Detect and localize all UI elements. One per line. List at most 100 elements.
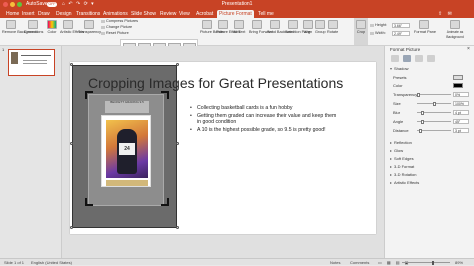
picture-effects-button[interactable]: Picture Effects: [216, 20, 240, 35]
tab-draw[interactable]: Draw: [38, 10, 50, 18]
remove-background-button[interactable]: Remove Background: [2, 20, 37, 35]
tab-slide-show[interactable]: Slide Show: [131, 10, 156, 18]
alt-text-icon: [234, 20, 244, 29]
color-dropdown[interactable]: [453, 83, 463, 88]
animate-as-background-button[interactable]: Animate as Background: [440, 20, 470, 39]
width-input[interactable]: 2.49": [392, 31, 410, 36]
send-backward-button[interactable]: Send Backward: [267, 20, 294, 35]
tab-animations[interactable]: Animations: [103, 10, 128, 18]
color-label: Color: [393, 83, 403, 88]
share-comment-icons[interactable]: ⇧ ✉: [438, 10, 454, 18]
section-artistic-effects[interactable]: Artistic Effects: [390, 180, 419, 185]
crop-handle[interactable]: [167, 91, 169, 99]
tab-transitions[interactable]: Transitions: [76, 10, 100, 18]
resize-handle[interactable]: [176, 63, 179, 66]
section-3d-format[interactable]: 3-D Format: [390, 164, 414, 169]
section-glow[interactable]: Glow: [390, 148, 403, 153]
transparency-label: Transparency: [393, 92, 418, 97]
tab-acrobat[interactable]: Acrobat: [196, 10, 213, 18]
format-pane-button[interactable]: Format Pane: [414, 20, 436, 35]
format-pane-icon: [419, 20, 429, 29]
section-reflection[interactable]: Reflection: [390, 140, 412, 145]
angle-label: Angle: [393, 119, 404, 124]
resize-handle[interactable]: [176, 226, 179, 229]
crop-handle[interactable]: [85, 198, 87, 206]
blur-slider[interactable]: [417, 110, 451, 115]
distance-input[interactable]: 3 pt: [453, 128, 469, 133]
transparency-button[interactable]: Transparency: [78, 20, 101, 35]
change-picture-button[interactable]: Change Picture: [101, 25, 132, 30]
presets-dropdown[interactable]: [453, 75, 463, 80]
height-input[interactable]: 3.66": [392, 23, 410, 28]
tab-design[interactable]: Design: [56, 10, 72, 18]
jersey-number: 24: [119, 143, 135, 155]
crop-button[interactable]: Crop: [354, 18, 368, 45]
selection-pane-button[interactable]: Selection Pane: [285, 20, 311, 35]
bullet-item: Getting them graded can increase their v…: [190, 113, 340, 126]
color-icon: [47, 20, 57, 29]
fill-line-icon[interactable]: [391, 55, 399, 62]
angle-input[interactable]: 45°: [453, 119, 469, 124]
tab-tell-me[interactable]: Tell me: [258, 10, 274, 18]
resize-handle[interactable]: [70, 142, 73, 145]
title-bar: AutoSave OFF ⌂ ↶ ↷ ⟳ ▾ Presentation1: [0, 0, 474, 9]
rotate-button[interactable]: Rotate: [327, 20, 338, 35]
thumbnail-text-line: [23, 63, 47, 64]
resize-handle[interactable]: [70, 226, 73, 229]
corrections-button[interactable]: Corrections: [24, 20, 43, 35]
tab-picture-format[interactable]: Picture Format: [217, 10, 254, 18]
tab-view[interactable]: View: [179, 10, 190, 18]
slides-panel: 1: [0, 46, 62, 258]
alt-text-button[interactable]: Alt Text: [233, 20, 245, 35]
size-slider[interactable]: [417, 101, 451, 106]
transparency-slider[interactable]: [417, 92, 451, 97]
tab-review[interactable]: Review: [160, 10, 176, 18]
group-icon: [315, 20, 325, 29]
reset-picture-button[interactable]: Reset Picture: [101, 31, 129, 36]
grading-label: BECKETT GRADING 9.5: [105, 100, 149, 113]
picture-icon[interactable]: [427, 55, 435, 62]
selection-pane-icon: [288, 20, 298, 29]
ribbon-tabs: Home Insert Draw Design Transitions Anim…: [0, 9, 474, 18]
group-button[interactable]: Group: [315, 20, 326, 35]
picture-border-button[interactable]: Picture Border: [200, 20, 224, 35]
transparency-icon: [84, 20, 94, 29]
picture-border-icon: [202, 20, 212, 29]
artistic-effects-button[interactable]: Artistic Effects: [60, 20, 84, 35]
align-button[interactable]: Align: [303, 20, 313, 35]
blur-label: Blur: [393, 110, 401, 115]
slide[interactable]: BECKETT GRADING 9.5 24 Cropping Images f…: [70, 62, 376, 234]
resize-handle[interactable]: [176, 142, 179, 145]
size-label: Size: [393, 101, 401, 106]
slide-title[interactable]: Cropping Images for Great Presentations: [88, 75, 343, 91]
tab-home[interactable]: Home: [6, 10, 19, 18]
section-soft-edges[interactable]: Soft Edges: [390, 156, 414, 161]
color-button[interactable]: Color: [46, 20, 58, 35]
resize-handle[interactable]: [70, 63, 73, 66]
close-pane-icon[interactable]: ×: [467, 46, 470, 52]
picture-effects-icon: [218, 20, 228, 29]
compress-pictures-button[interactable]: Compress Pictures: [101, 19, 138, 24]
height-label: Height:: [370, 23, 387, 28]
transparency-input[interactable]: 0%: [453, 92, 469, 97]
size-properties-icon[interactable]: [415, 55, 423, 62]
section-shadow[interactable]: Shadow: [390, 66, 408, 71]
bring-forward-button[interactable]: Bring Forward: [249, 20, 273, 35]
angle-slider[interactable]: [417, 119, 451, 124]
corrections-icon: [28, 20, 38, 29]
align-icon: [303, 20, 313, 29]
card-photo: 24: [106, 120, 148, 178]
animate-as-background-icon: [450, 20, 460, 29]
slide-canvas: BECKETT GRADING 9.5 24 Cropping Images f…: [62, 46, 384, 258]
bullet-list[interactable]: Collecting basketball cards is a fun hob…: [190, 105, 340, 135]
zoom-slider[interactable]: [402, 260, 450, 265]
tab-insert[interactable]: Insert: [22, 10, 35, 18]
slide-thumbnail[interactable]: [8, 49, 55, 76]
crop-handle[interactable]: [85, 91, 87, 99]
section-3d-rotation[interactable]: 3-D Rotation: [390, 172, 416, 177]
effects-icon[interactable]: [403, 55, 411, 62]
size-input[interactable]: 100%: [453, 101, 469, 106]
distance-slider[interactable]: [417, 128, 451, 133]
crop-handle[interactable]: [167, 198, 169, 206]
blur-input[interactable]: 4 pt: [453, 110, 469, 115]
